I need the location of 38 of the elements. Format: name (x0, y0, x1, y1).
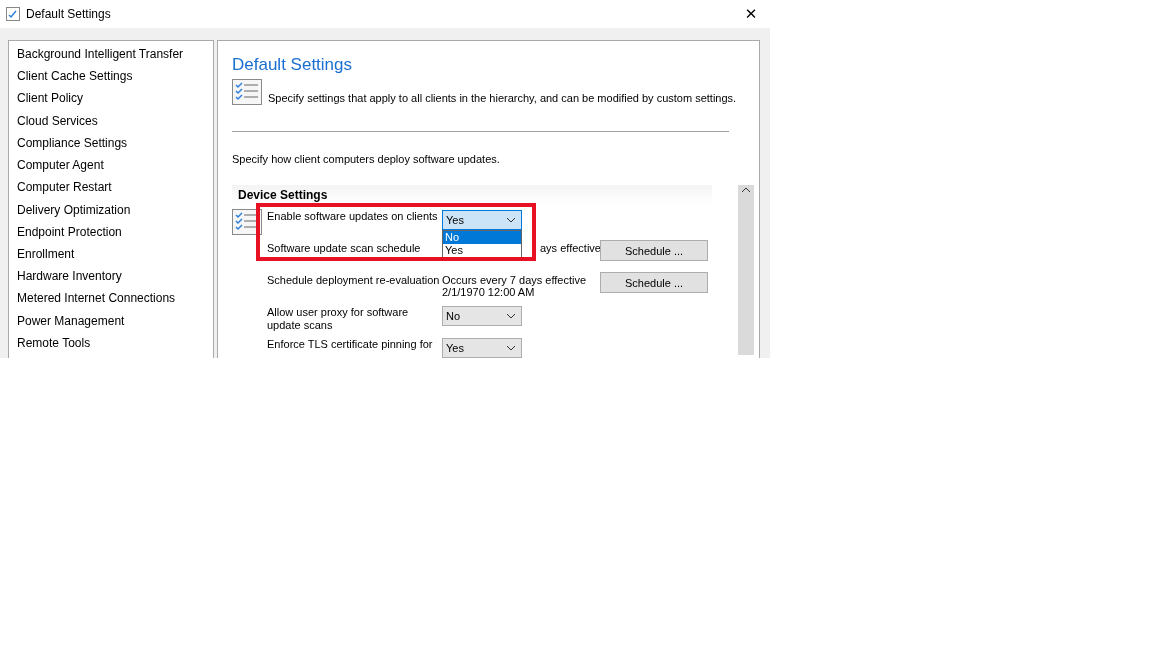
page-title: Default Settings (232, 55, 353, 75)
sidebar-item[interactable]: Client Cache Settings (17, 69, 213, 92)
dropdown[interactable]: Yes (442, 338, 522, 358)
sidebar-item[interactable]: Enrollment (17, 246, 213, 270)
chevron-down-icon (506, 313, 516, 319)
sidebar-item[interactable]: Background Intelligent Transfer (17, 47, 213, 70)
setting-label: Software update scan schedule (267, 242, 422, 255)
sidebar-item[interactable]: Compliance Settings (17, 135, 213, 159)
sidebar-item[interactable]: Endpoint Protection (17, 224, 213, 247)
schedule-value: Occurs every 7 days effective 2/1/1970 12:00 AM (442, 274, 588, 298)
chevron-down-icon (506, 345, 516, 351)
intro-text: Specify how client computers deploy software updates. (232, 153, 501, 165)
close-button[interactable]: ✕ (736, 1, 766, 27)
sidebar-item[interactable]: Delivery Optimization (17, 202, 213, 225)
checklist-icon (232, 79, 262, 105)
dropdown[interactable]: No (442, 306, 522, 326)
setting-label: Enable software updates on clients (267, 210, 439, 223)
window-title: Default Settings (26, 7, 112, 21)
dropdown-option[interactable]: No (443, 231, 521, 244)
schedule-value: ays effective (540, 242, 600, 254)
schedule-button[interactable]: Schedule ... (600, 272, 708, 293)
setting-label: Enforce TLS certificate pinning for (267, 338, 434, 351)
chevron-down-icon (506, 217, 516, 223)
scroll-up-icon[interactable] (741, 187, 751, 193)
sidebar-item[interactable]: Computer Agent (17, 158, 213, 181)
sidebar-item[interactable]: Remote Tools (17, 335, 213, 358)
schedule-button[interactable]: Schedule ... (600, 240, 708, 261)
window-checkmark-icon (6, 7, 20, 21)
setting-label: Schedule deployment re-evaluation (267, 274, 441, 287)
sidebar-item[interactable]: Power Management (17, 313, 213, 336)
page-description: Specify settings that apply to all clients in the hierarchy, and can be modified by custom settings. (268, 92, 737, 105)
section-header: Device Settings (232, 185, 712, 205)
sidebar-item[interactable]: Computer Restart (17, 180, 213, 203)
setting-label: Allow user proxy for software update scans (267, 306, 410, 332)
sidebar-item[interactable]: Client Policy (17, 91, 213, 114)
sidebar-item[interactable]: Metered Internet Connections (17, 291, 213, 314)
sidebar-item[interactable]: Cloud Services (17, 113, 213, 136)
sidebar-item[interactable]: Hardware Inventory (17, 269, 213, 292)
